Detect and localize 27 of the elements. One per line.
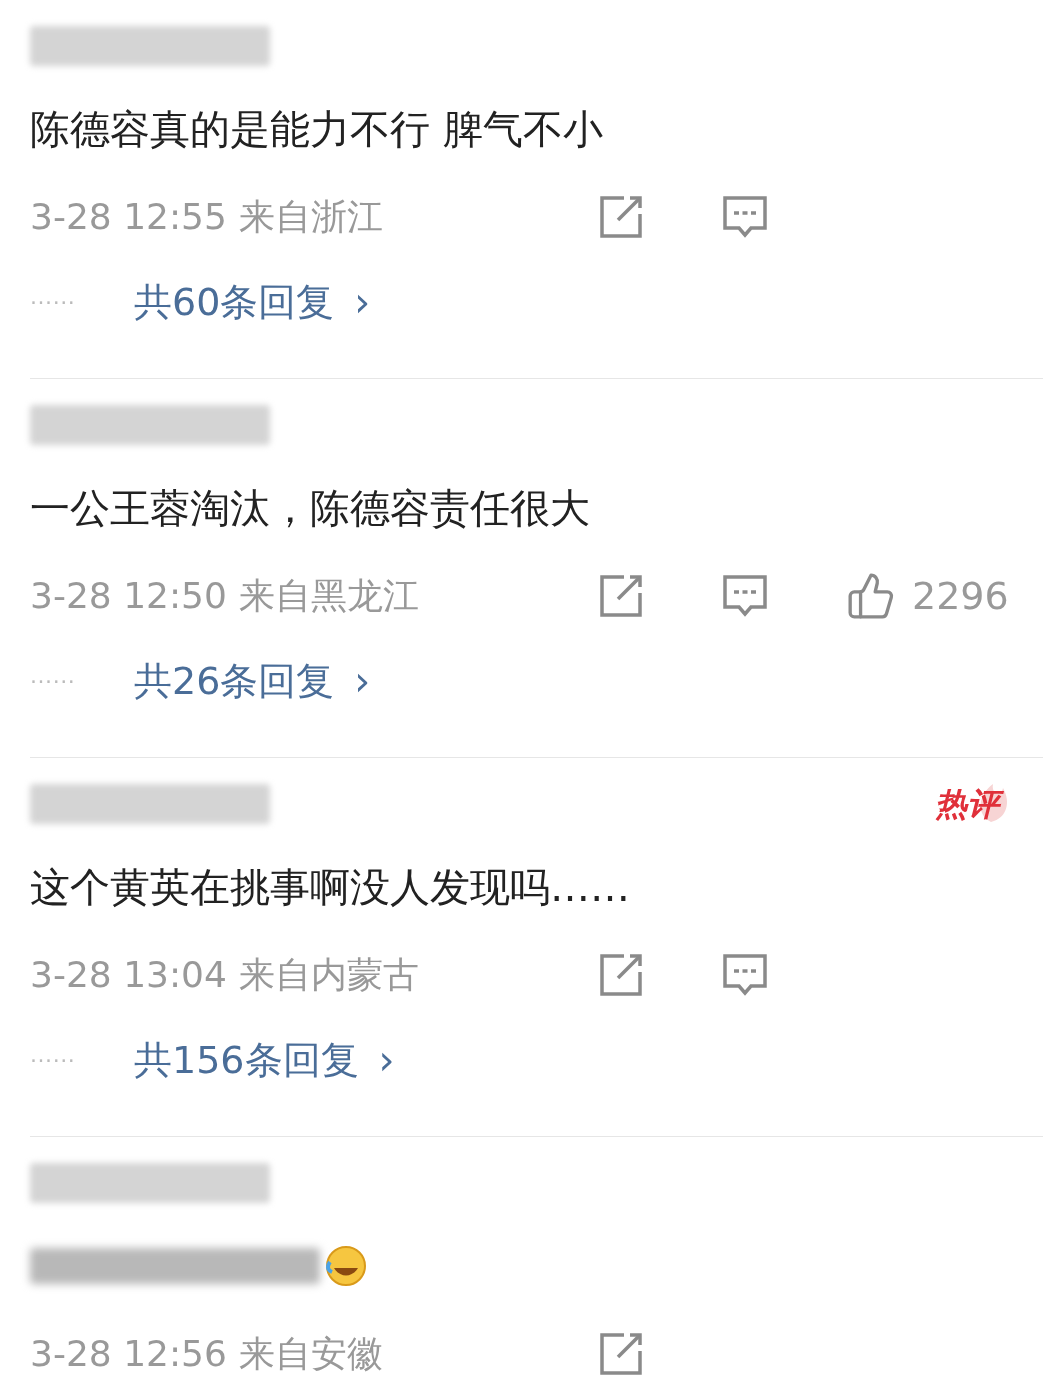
reply-dots: ······ bbox=[30, 288, 77, 317]
comment-time: 3-28 13:04 bbox=[30, 953, 227, 997]
comment-icon[interactable] bbox=[722, 953, 768, 997]
comment-time: 3-28 12:55 bbox=[30, 195, 227, 239]
reply-dots: ······ bbox=[30, 1046, 77, 1075]
replies-link[interactable]: 共60条回复 › bbox=[134, 272, 371, 332]
comment-location: 来自浙江 bbox=[238, 195, 383, 239]
emoji-icon bbox=[324, 1244, 368, 1288]
comment-location: 来自内蒙古 bbox=[238, 953, 419, 997]
like-icon[interactable] bbox=[846, 571, 896, 621]
replies-link[interactable]: 共26条回复 › bbox=[134, 651, 371, 711]
share-icon[interactable] bbox=[598, 953, 644, 997]
comment-location: 来自黑龙江 bbox=[238, 574, 419, 618]
comment-text: 一公王蓉淘汰，陈德容责任很大 bbox=[30, 484, 590, 533]
comment-time: 3-28 12:50 bbox=[30, 574, 227, 618]
comment-text: 这个黄英在挑事啊没人发现吗…… bbox=[30, 863, 630, 912]
like-count: 2296 bbox=[912, 572, 1009, 620]
replies-link[interactable]: 共156条回复 › bbox=[134, 1030, 395, 1090]
share-icon[interactable] bbox=[598, 574, 644, 618]
share-icon[interactable] bbox=[598, 1332, 644, 1376]
reply-dots: ······ bbox=[30, 667, 77, 696]
comment-location: 来自安徽 bbox=[238, 1332, 383, 1376]
share-icon[interactable] bbox=[598, 195, 644, 239]
comment-time: 3-28 12:56 bbox=[30, 1332, 227, 1376]
comment-icon[interactable] bbox=[722, 574, 768, 618]
comment-text: 陈德容真的是能力不行 脾气不小 bbox=[30, 105, 603, 154]
comment-icon[interactable] bbox=[722, 195, 768, 239]
